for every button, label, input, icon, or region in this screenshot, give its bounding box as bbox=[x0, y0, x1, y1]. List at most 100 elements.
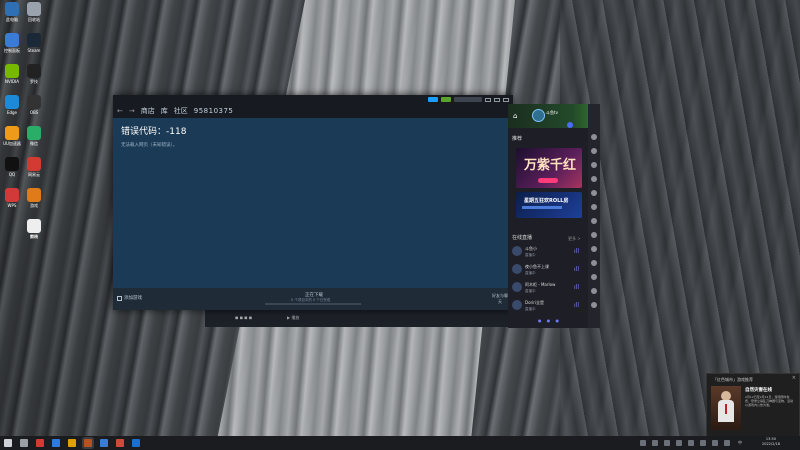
live-more-link[interactable]: 更多 > bbox=[568, 236, 581, 242]
toast-notification[interactable]: 「红色城市」游戏推荐 × 自然灾害在线 2月12日至2月14日，游戏限时免费，登… bbox=[706, 373, 800, 437]
streamer-status: 直播中 bbox=[525, 253, 536, 257]
friends-button[interactable] bbox=[441, 97, 451, 102]
desktop-icon[interactable]: NVIDIA bbox=[2, 64, 22, 90]
tray-icon[interactable] bbox=[664, 440, 670, 446]
tray-icon[interactable] bbox=[640, 440, 646, 446]
desktop-icon[interactable]: 网易云 bbox=[24, 157, 44, 183]
window-titlebar[interactable] bbox=[113, 95, 513, 104]
start-icon[interactable] bbox=[4, 439, 12, 447]
rail-icon[interactable] bbox=[591, 148, 597, 154]
rail-icon[interactable] bbox=[591, 218, 597, 224]
friends-chat-button[interactable]: 好友与聊天 bbox=[491, 293, 509, 305]
pagination-dots[interactable]: ● ● ● bbox=[538, 318, 561, 323]
desktop-icon[interactable]: Edge bbox=[2, 95, 22, 121]
taskbar-app-icon[interactable] bbox=[68, 439, 76, 447]
list-item[interactable]: Doriri全是 直播中 ıll bbox=[512, 298, 584, 316]
desktop-icon[interactable]: 控制面板 bbox=[2, 33, 22, 59]
desktop-icon[interactable]: Steam bbox=[24, 33, 44, 59]
rail-icon[interactable] bbox=[591, 190, 597, 196]
app-icon bbox=[5, 95, 19, 109]
tray-icon[interactable] bbox=[700, 440, 706, 446]
rail-icon[interactable] bbox=[591, 176, 597, 182]
avatar[interactable] bbox=[532, 109, 545, 122]
minimize-icon[interactable] bbox=[485, 97, 491, 102]
small-icons[interactable]: ◼ ◼ ◼ ◼ bbox=[235, 315, 252, 320]
close-icon[interactable] bbox=[503, 97, 509, 102]
ime-indicator[interactable]: 中 bbox=[738, 440, 742, 446]
rail-icon[interactable] bbox=[591, 288, 597, 294]
tray-icon[interactable] bbox=[652, 440, 658, 446]
forward-arrow-icon[interactable]: → bbox=[129, 107, 135, 115]
desktop-icon[interactable]: QQ bbox=[2, 157, 22, 183]
maximize-icon[interactable] bbox=[494, 97, 500, 102]
rail-icon[interactable] bbox=[591, 274, 597, 280]
desktop-icon-label: Steam bbox=[27, 48, 41, 53]
back-arrow-icon[interactable]: ← bbox=[117, 107, 123, 115]
nav-library[interactable]: 库 bbox=[161, 106, 168, 116]
rail-icon[interactable] bbox=[591, 134, 597, 140]
desktop-icon[interactable]: 游戏 bbox=[24, 188, 44, 214]
close-icon[interactable]: × bbox=[792, 375, 796, 381]
taskbar-app-icon[interactable] bbox=[20, 439, 28, 447]
avatar bbox=[512, 246, 522, 256]
play-button[interactable]: ▶ 播放 bbox=[287, 315, 299, 321]
tray-icon[interactable] bbox=[712, 440, 718, 446]
tray-icon[interactable] bbox=[676, 440, 682, 446]
taskbar-app-icon[interactable] bbox=[100, 439, 108, 447]
notification-badge[interactable] bbox=[567, 122, 573, 128]
app-icon bbox=[5, 64, 19, 78]
list-item[interactable]: 斗鱼小 直播中 ıll bbox=[512, 244, 584, 262]
clock-date: 2022/2/18 bbox=[762, 442, 780, 446]
live-bars-icon: ıll bbox=[574, 302, 580, 309]
desktop-icon[interactable]: 此电脑 bbox=[2, 2, 22, 28]
add-game-button[interactable]: 添加游戏 bbox=[117, 295, 142, 301]
desktop-icon[interactable]: 剪映 bbox=[24, 219, 44, 245]
banner1-button[interactable] bbox=[538, 178, 558, 183]
system-clock[interactable]: 13:50 2022/2/18 bbox=[762, 437, 780, 447]
nav-store[interactable]: 商店 bbox=[141, 106, 155, 116]
app-icon bbox=[27, 188, 41, 202]
taskbar-app-icon[interactable] bbox=[132, 439, 140, 447]
rail-icon[interactable] bbox=[591, 162, 597, 168]
app-icon bbox=[27, 219, 41, 233]
taskbar-app-icon[interactable] bbox=[36, 439, 44, 447]
promo-banner-2[interactable]: 星期五狂欢ROLL房 bbox=[516, 192, 582, 218]
banner2-title: 星期五狂欢ROLL房 bbox=[524, 198, 569, 204]
desktop-icon[interactable]: OBS bbox=[24, 95, 44, 121]
nav-community[interactable]: 社区 bbox=[174, 106, 188, 116]
desktop-icon[interactable]: UU加速器 bbox=[2, 126, 22, 152]
tray-icon[interactable] bbox=[688, 440, 694, 446]
desktop-icon-grid: 此电脑 回收站控制面板 Steam NVIDIA 罗技 Edge OBS UU加速器 微信 QQ 网… bbox=[2, 2, 50, 434]
rail-icon[interactable] bbox=[591, 246, 597, 252]
home-icon[interactable]: ⌂ bbox=[513, 112, 517, 120]
app-icon bbox=[27, 95, 41, 109]
list-item[interactable]: 夜小鱼不上课 直播中 ıll bbox=[512, 262, 584, 280]
taskbar-app-icon[interactable] bbox=[84, 439, 92, 447]
account-menu[interactable] bbox=[454, 97, 482, 102]
nav-user-profile[interactable]: 95810375 bbox=[194, 107, 234, 115]
desktop-icon-label: NVIDIA bbox=[5, 79, 19, 84]
rail-icon[interactable] bbox=[591, 204, 597, 210]
streamer-name: Doriri全是 bbox=[525, 300, 545, 305]
notification-title: 自然灾害在线 bbox=[745, 388, 772, 393]
error-code-heading: 错误代码：-118 bbox=[121, 127, 187, 137]
broadcast-button[interactable] bbox=[428, 97, 438, 102]
desktop-icon-label: 回收站 bbox=[28, 17, 40, 22]
list-item[interactable]: 阿木柜 - Marlow 直播中 ıll bbox=[512, 280, 584, 298]
taskbar-app-icon[interactable] bbox=[52, 439, 60, 447]
banner2-stripe bbox=[522, 206, 562, 209]
app-icon bbox=[5, 2, 19, 16]
rail-icon[interactable] bbox=[591, 302, 597, 308]
desktop-icon[interactable]: WPS bbox=[2, 188, 22, 214]
app-icon bbox=[5, 157, 19, 171]
desktop-icon[interactable]: 回收站 bbox=[24, 2, 44, 28]
promo-banner-1[interactable]: 万紫千红 bbox=[516, 148, 582, 188]
desktop-icon[interactable]: 罗技 bbox=[24, 64, 44, 90]
rail-icon[interactable] bbox=[591, 260, 597, 266]
streamer-status: 直播中 bbox=[525, 271, 536, 275]
rail-icon[interactable] bbox=[591, 232, 597, 238]
taskbar-app-icon[interactable] bbox=[116, 439, 124, 447]
taskbar: 中 13:50 2022/2/18 bbox=[0, 436, 800, 450]
desktop-icon[interactable]: 微信 bbox=[24, 126, 44, 152]
tray-icon[interactable] bbox=[724, 440, 730, 446]
